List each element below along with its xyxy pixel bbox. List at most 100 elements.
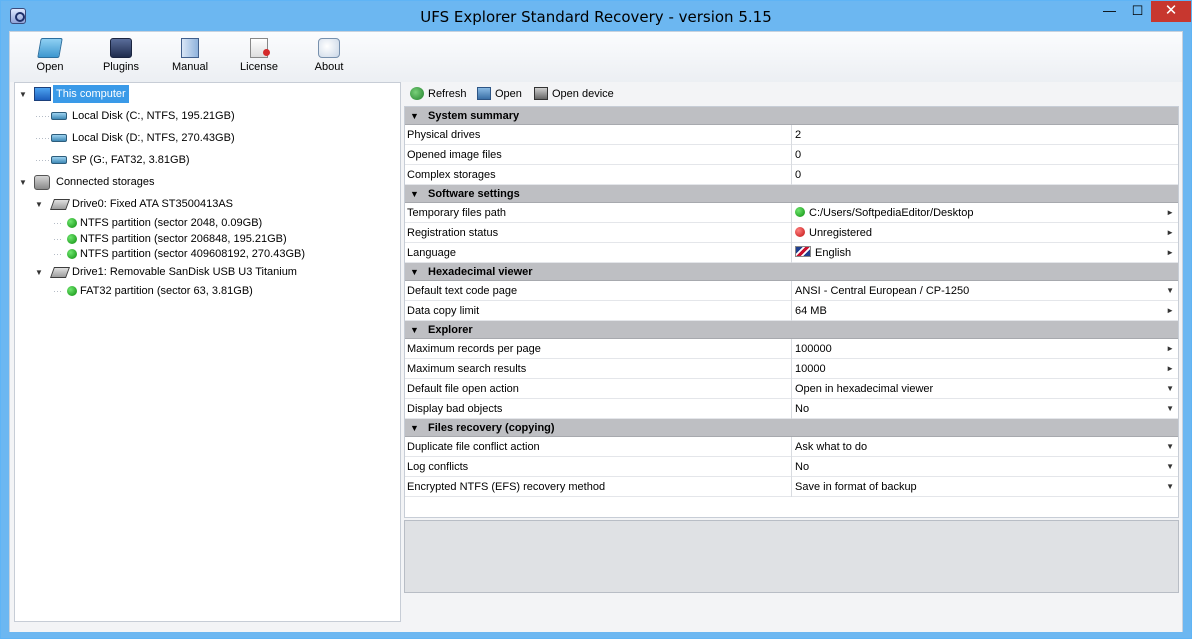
property-row[interactable]: Display bad objects No ▼ [405, 399, 1178, 419]
property-row[interactable]: Data copy limit 64 MB ► [405, 301, 1178, 321]
open-label: Open [495, 88, 522, 100]
description-panel [404, 520, 1179, 593]
property-value[interactable]: C:/Users/SoftpediaEditor/Desktop [795, 203, 1155, 223]
collapse-icon[interactable]: ▼ [410, 321, 419, 339]
property-value[interactable]: 10000 [795, 359, 1155, 379]
property-value[interactable]: ANSI - Central European / CP-1250 [795, 281, 1155, 301]
tree-node-drive1[interactable]: ▼ Drive1: Removable SanDisk USB U3 Titan… [15, 263, 395, 281]
dropdown-arrow-icon[interactable]: ▼ [1166, 477, 1174, 497]
property-value[interactable]: Unregistered [795, 223, 1155, 243]
dropdown-arrow-icon[interactable]: ▼ [1166, 281, 1174, 301]
collapse-icon[interactable]: ▼ [410, 107, 419, 125]
toolbar-open-button[interactable]: Open [30, 38, 70, 80]
property-value[interactable]: No [795, 457, 1155, 477]
expand-arrow-icon[interactable]: ► [1166, 359, 1174, 379]
category-software-settings[interactable]: ▼ Software settings [405, 185, 1178, 203]
toolbar-manual-button[interactable]: Manual [168, 38, 212, 80]
property-row[interactable]: Opened image files 0 [405, 145, 1178, 165]
dropdown-arrow-icon[interactable]: ▼ [1166, 399, 1174, 419]
tree-label-disk: Local Disk (C:, NTFS, 195.21GB) [72, 110, 235, 122]
uk-flag-icon [795, 246, 811, 257]
property-name: Language [407, 247, 456, 259]
toolbar-about-button[interactable]: About [309, 38, 349, 80]
category-hex-viewer[interactable]: ▼ Hexadecimal viewer [405, 263, 1178, 281]
title-bar[interactable]: UFS Explorer Standard Recovery - version… [1, 1, 1191, 31]
tree-node-drive0[interactable]: ▼ Drive0: Fixed ATA ST3500413AS [15, 195, 395, 213]
property-row[interactable]: Language English ► [405, 243, 1178, 263]
disk-icon [51, 112, 67, 120]
tree-label-drive1: Drive1: Removable SanDisk USB U3 Titaniu… [72, 266, 297, 278]
category-explorer[interactable]: ▼ Explorer [405, 321, 1178, 339]
property-name: Default text code page [407, 285, 518, 297]
toolbar-license-label: License [240, 61, 278, 73]
property-value: 0 [795, 149, 802, 161]
partition-status-icon [67, 218, 77, 228]
toolbar-plugins-button[interactable]: Plugins [98, 38, 144, 80]
device-tree[interactable]: ▼ This computer ····· Local Disk (C:, NT… [14, 82, 401, 622]
toolbar-license-button[interactable]: License [237, 38, 281, 80]
property-value[interactable]: Open in hexadecimal viewer [795, 379, 1155, 399]
open-folder-icon [37, 38, 63, 58]
tree-node-disk-d[interactable]: ····· Local Disk (D:, NTFS, 270.43GB) [15, 129, 395, 147]
tree-node-disk-g[interactable]: ····· SP (G:, FAT32, 3.81GB) [15, 151, 395, 169]
action-bar: Refresh Open Open device [404, 84, 1179, 104]
open-action[interactable]: Open [477, 86, 527, 102]
collapse-icon[interactable]: ▼ [19, 178, 28, 187]
manual-book-icon [181, 38, 199, 58]
property-row[interactable]: Encrypted NTFS (EFS) recovery method Sav… [405, 477, 1178, 497]
license-certificate-icon [250, 38, 270, 58]
property-row[interactable]: Physical drives 2 [405, 125, 1178, 145]
expand-arrow-icon[interactable]: ► [1166, 339, 1174, 359]
property-row[interactable]: Log conflicts No ▼ [405, 457, 1178, 477]
maximize-button[interactable]: ☐ [1124, 1, 1151, 22]
tree-node-connected-storages[interactable]: ▼ Connected storages [15, 173, 395, 191]
hard-drive-icon [49, 199, 71, 210]
refresh-action[interactable]: Refresh [410, 86, 470, 102]
collapse-icon[interactable]: ▼ [410, 263, 419, 281]
property-grid[interactable]: ▼ System summary Physical drives 2 Opene… [404, 106, 1179, 518]
property-value[interactable]: English [795, 243, 1155, 263]
expand-arrow-icon[interactable]: ► [1166, 243, 1174, 263]
collapse-icon[interactable]: ▼ [410, 419, 419, 437]
expand-arrow-icon[interactable]: ► [1166, 301, 1174, 321]
property-value[interactable]: Ask what to do [795, 437, 1155, 457]
expand-arrow-icon[interactable]: ► [1166, 223, 1174, 243]
close-button[interactable]: ✕ [1151, 1, 1191, 22]
expand-arrow-icon[interactable]: ► [1166, 203, 1174, 223]
category-system-summary[interactable]: ▼ System summary [405, 107, 1178, 125]
property-row[interactable]: Registration status Unregistered ► [405, 223, 1178, 243]
property-value[interactable]: 100000 [795, 339, 1155, 359]
property-row[interactable]: Default file open action Open in hexadec… [405, 379, 1178, 399]
app-window: UFS Explorer Standard Recovery - version… [0, 0, 1192, 639]
collapse-icon[interactable]: ▼ [35, 268, 44, 277]
toolbar-open-label: Open [36, 61, 64, 73]
refresh-label: Refresh [428, 88, 467, 100]
tree-node-partition[interactable]: ··· NTFS partition (sector 409608192, 27… [15, 245, 395, 263]
property-row[interactable]: Complex storages 0 [405, 165, 1178, 185]
property-value[interactable]: 64 MB [795, 301, 1155, 321]
property-value[interactable]: No [795, 399, 1155, 419]
category-files-recovery[interactable]: ▼ Files recovery (copying) [405, 419, 1178, 437]
open-device-label: Open device [552, 88, 614, 100]
property-row[interactable]: Maximum records per page 100000 ► [405, 339, 1178, 359]
property-row[interactable]: Temporary files path C:/Users/SoftpediaE… [405, 203, 1178, 223]
collapse-icon[interactable]: ▼ [19, 90, 28, 99]
dropdown-arrow-icon[interactable]: ▼ [1166, 437, 1174, 457]
properties-pane: Refresh Open Open device ▼ System summar… [404, 82, 1179, 622]
tree-node-this-computer[interactable]: ▼ This computer [15, 85, 395, 103]
dropdown-arrow-icon[interactable]: ▼ [1166, 379, 1174, 399]
collapse-icon[interactable]: ▼ [410, 185, 419, 203]
property-row[interactable]: Duplicate file conflict action Ask what … [405, 437, 1178, 457]
property-row[interactable]: Default text code page ANSI - Central Eu… [405, 281, 1178, 301]
computer-icon [34, 87, 51, 101]
minimize-button[interactable]: — [1095, 1, 1124, 22]
status-ok-icon [795, 207, 805, 217]
collapse-icon[interactable]: ▼ [35, 200, 44, 209]
property-row[interactable]: Maximum search results 10000 ► [405, 359, 1178, 379]
property-value[interactable]: Save in format of backup [795, 477, 1155, 497]
property-name: Encrypted NTFS (EFS) recovery method [407, 481, 606, 493]
tree-node-disk-c[interactable]: ····· Local Disk (C:, NTFS, 195.21GB) [15, 107, 395, 125]
tree-node-partition[interactable]: ··· FAT32 partition (sector 63, 3.81GB) [15, 282, 395, 300]
dropdown-arrow-icon[interactable]: ▼ [1166, 457, 1174, 477]
open-device-action[interactable]: Open device [534, 86, 624, 102]
